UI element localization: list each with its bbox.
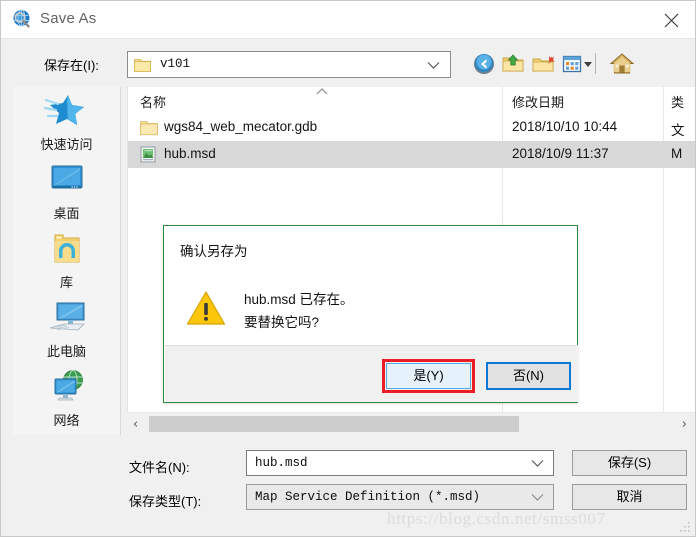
table-row[interactable]: wgs84_web_mecator.gdb 2018/10/10 10:44 文	[128, 114, 695, 141]
home-icon	[609, 53, 635, 74]
back-button[interactable]	[471, 51, 497, 77]
horizontal-scrollbar[interactable]: ‹ ›	[127, 412, 695, 434]
desktop-monitor-icon	[51, 165, 82, 189]
close-button[interactable]	[649, 1, 695, 38]
folder-icon	[134, 59, 151, 72]
sidebar-item-label: 库	[59, 275, 73, 290]
yes-button-highlight: 是(Y)	[382, 359, 475, 393]
no-button[interactable]: 否(N)	[486, 362, 571, 390]
file-date: 2018/10/9 11:37	[512, 146, 609, 161]
dialog-title: 确认另存为	[180, 244, 248, 259]
sidebar-item-quick-access[interactable]: 快速访问	[13, 89, 120, 157]
file-name-label: 文件名(N):	[129, 460, 190, 475]
file-name-value: hub.msd	[255, 456, 308, 470]
sort-ascending-caret-icon	[316, 88, 328, 95]
network-globe-icon	[54, 370, 83, 401]
views-button[interactable]	[561, 51, 595, 77]
sidebar-item-label: 桌面	[53, 206, 80, 221]
up-one-level-button[interactable]	[501, 51, 527, 77]
library-folder-icon	[54, 234, 79, 263]
star-quick-access-icon	[43, 95, 84, 125]
confirm-save-as-dialog: 确认另存为 hub.msd 已存在。 要替换它吗? 是(Y) 否(N)	[163, 225, 578, 403]
column-headers: 名称 修改日期 类	[128, 87, 695, 113]
views-grid-icon	[562, 55, 592, 73]
chevron-down-icon	[427, 62, 440, 69]
file-type: M	[671, 146, 683, 161]
sidebar-item-library[interactable]: 库	[13, 227, 120, 295]
yes-button[interactable]: 是(Y)	[386, 363, 471, 389]
scrollbar-thumb[interactable]	[149, 416, 519, 432]
dialog-message-line2: 要替换它吗?	[244, 315, 320, 330]
save-as-type-combobox[interactable]: Map Service Definition (*.msd)	[246, 484, 554, 510]
file-name: wgs84_web_mecator.gdb	[164, 119, 318, 134]
places-sidebar: 快速访问 桌面 库 此电脑 网络	[13, 87, 121, 435]
column-header-type[interactable]: 类	[671, 92, 684, 111]
file-date: 2018/10/10 10:44	[512, 119, 618, 134]
file-name: hub.msd	[164, 146, 216, 161]
file-name-input[interactable]: hub.msd	[246, 450, 554, 476]
this-pc-icon	[49, 302, 85, 331]
warning-triangle-icon	[186, 291, 226, 325]
chevron-down-icon[interactable]	[531, 459, 544, 468]
scroll-right-arrow[interactable]: ›	[682, 417, 687, 432]
look-in-combobox[interactable]: v101	[127, 51, 451, 78]
save-button[interactable]: 保存(S)	[572, 450, 687, 476]
save-as-type-label: 保存类型(T):	[129, 494, 202, 509]
up-folder-icon	[502, 54, 524, 72]
sidebar-item-label: 网络	[53, 413, 80, 428]
toolbar-separator	[595, 53, 596, 74]
back-arrow-icon	[474, 54, 494, 74]
resize-grip-icon[interactable]	[679, 521, 691, 533]
new-folder-icon	[532, 56, 555, 72]
dialog-message-line1: hub.msd 已存在。	[244, 292, 354, 307]
look-in-label: 保存在(I):	[44, 58, 99, 73]
column-header-date-modified[interactable]: 修改日期	[512, 92, 564, 111]
close-icon	[664, 13, 679, 28]
table-row[interactable]: hub.msd 2018/10/9 11:37 M	[128, 141, 695, 168]
create-new-folder-button[interactable]	[531, 51, 557, 77]
folder-icon	[140, 121, 158, 136]
sidebar-item-network[interactable]: 网络	[13, 365, 120, 433]
chevron-down-icon[interactable]	[531, 493, 544, 502]
look-in-value: v101	[160, 57, 191, 71]
cancel-button[interactable]: 取消	[572, 484, 687, 510]
home-button[interactable]	[609, 51, 635, 77]
globe-magnifier-icon	[13, 9, 30, 28]
save-as-type-value: Map Service Definition (*.msd)	[255, 490, 481, 504]
file-type: 文	[671, 123, 685, 138]
sidebar-item-label: 快速访问	[40, 137, 93, 152]
scroll-left-arrow[interactable]: ‹	[133, 417, 138, 432]
sidebar-item-this-pc[interactable]: 此电脑	[13, 296, 120, 364]
window-title: Save As	[40, 10, 97, 27]
column-header-name[interactable]: 名称	[140, 92, 166, 111]
sidebar-item-label: 此电脑	[46, 344, 86, 359]
title-bar: Save As	[1, 1, 695, 39]
save-as-dialog-window: Save As 保存在(I): v101 快速访问 桌面 库 此电脑 网络 名称…	[0, 0, 696, 537]
watermark-text: https://blog.csdn.net/smss007	[387, 509, 606, 528]
sidebar-item-desktop[interactable]: 桌面	[13, 158, 120, 226]
msd-document-icon	[140, 146, 156, 163]
